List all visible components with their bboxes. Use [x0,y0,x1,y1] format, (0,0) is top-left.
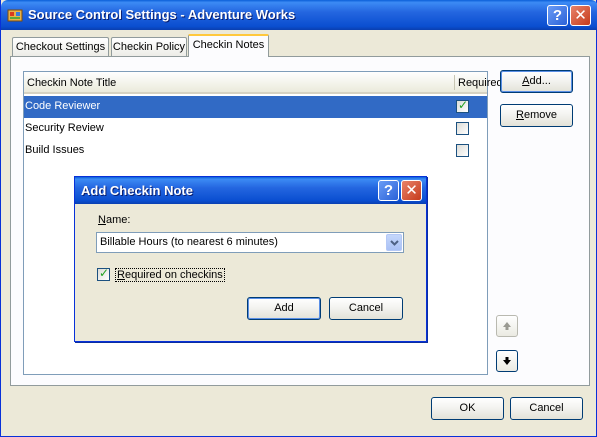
source-control-settings-window: Source Control Settings - Adventure Work… [0,0,597,437]
dialog-help-button[interactable]: ? [378,180,399,201]
tab-checkin-notes[interactable]: Checkin Notes [188,34,269,57]
button-label: Cancel [529,402,564,414]
column-header-required[interactable]: Required [458,77,503,89]
help-icon: ? [383,182,394,199]
button-label: Cancel [348,302,384,314]
tab-checkout-settings[interactable]: Checkout Settings [12,37,109,57]
add-checkin-note-dialog: Add Checkin Note ? ✕ Name: Billable Hour… [74,176,427,342]
note-title: Code Reviewer [25,100,101,112]
name-combobox[interactable]: Billable Hours (to nearest 6 minutes) [96,232,404,253]
checkmark-icon: ✓ [99,266,110,280]
label-mnemonic: R [117,269,125,281]
cancel-button[interactable]: Cancel [510,397,583,420]
button-label-post: emove [523,109,557,121]
tab-label: Checkout Settings [15,41,106,53]
button-label-post: dd... [529,75,551,87]
label-mnemonic: N [98,214,106,226]
dialog-close-button[interactable]: ✕ [401,180,422,201]
ok-button[interactable]: OK [431,397,504,420]
label-post: ame: [105,214,131,226]
name-label: Name: [98,214,130,226]
required-checkbox[interactable] [456,122,469,135]
close-icon: ✕ [405,182,418,199]
required-on-checkins-label[interactable]: Required on checkins [115,268,225,282]
label-post: equired on checkins [124,269,223,281]
list-item[interactable]: Security Review [24,118,487,140]
list-item[interactable]: Build Issues [24,140,487,162]
list-item[interactable]: Code Reviewer ✓ [24,96,487,118]
tab-checkin-policy[interactable]: Checkin Policy [111,37,187,57]
move-down-button[interactable] [496,350,518,372]
arrow-up-icon [503,322,511,330]
list-header: Checkin Note Title Required [24,72,503,94]
chevron-down-icon [390,240,399,246]
button-label: Add [274,302,294,314]
dialog-add-button[interactable]: Add [247,297,321,320]
dialog-titlebar[interactable]: Add Checkin Note ? ✕ [75,177,426,204]
checkmark-icon: ✓ [458,98,469,112]
name-combobox-value: Billable Hours (to nearest 6 minutes) [100,236,278,248]
combo-dropdown-button[interactable] [386,234,402,251]
column-header-title[interactable]: Checkin Note Title [27,77,116,89]
window-titlebar[interactable]: Source Control Settings - Adventure Work… [1,0,597,30]
button-label: OK [459,402,476,414]
arrow-down-icon [503,357,511,365]
required-on-checkins-checkbox[interactable]: ✓ [97,266,110,281]
dialog-title: Add Checkin Note [81,183,193,198]
app-icon [7,9,23,22]
note-title: Build Issues [25,144,85,156]
add-note-button[interactable]: Add... [500,70,573,93]
button-mnemonic: R [516,109,524,121]
move-up-button[interactable] [496,315,518,337]
help-icon: ? [552,7,563,24]
remove-note-button[interactable]: Remove [500,104,573,127]
window-title: Source Control Settings - Adventure Work… [28,7,296,22]
required-checkbox[interactable] [456,144,469,157]
tab-label: Checkin Policy [112,41,186,53]
help-button[interactable]: ? [547,5,568,26]
note-title: Security Review [25,122,104,134]
tab-label: Checkin Notes [192,39,265,51]
dialog-cancel-button[interactable]: Cancel [329,297,403,320]
close-icon: ✕ [574,7,587,24]
column-divider[interactable] [454,75,455,90]
close-button[interactable]: ✕ [570,5,591,26]
required-checkbox[interactable]: ✓ [456,98,469,113]
